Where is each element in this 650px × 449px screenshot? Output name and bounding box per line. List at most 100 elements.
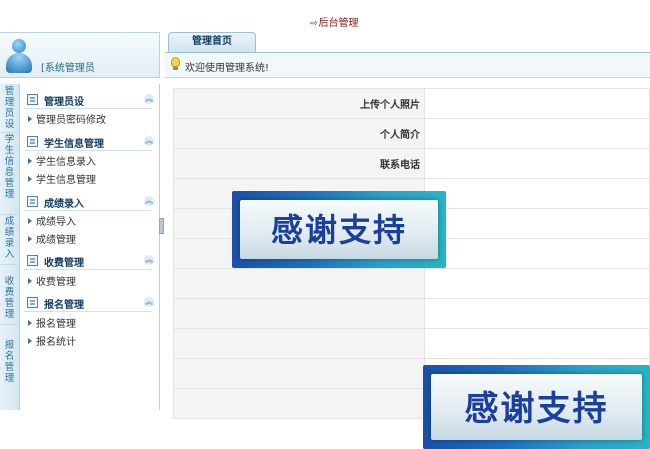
triangle-right-icon (28, 218, 32, 224)
menu-item-admin-password[interactable]: 管理员密码修改 (28, 111, 106, 126)
vtab-grades[interactable]: 成绩录入 (1, 216, 18, 265)
menu-item-student-manage[interactable]: 学生信息管理 (28, 171, 96, 186)
form-row (173, 268, 650, 299)
divider (24, 311, 152, 312)
menu-item-label: 报名统计 (36, 337, 76, 348)
edit-icon (27, 136, 38, 147)
triangle-right-icon (28, 320, 32, 326)
menu-section-grades[interactable]: 成绩录入 ︽ (20, 194, 154, 210)
menu-section-fees[interactable]: 收费管理 ︽ (20, 253, 154, 269)
menu-item-label: 学生信息录入 (36, 157, 96, 168)
menu-item-label: 成绩导入 (36, 217, 76, 228)
form-row-value[interactable] (424, 208, 650, 239)
menu-item-grade-import[interactable]: 成绩导入 (28, 213, 76, 228)
edit-icon (27, 297, 38, 308)
menu-item-label: 报名管理 (36, 319, 76, 330)
divider (24, 108, 152, 109)
user-panel: [系统管理员 (0, 32, 160, 78)
watermark-banner: 感谢支持 (423, 365, 650, 449)
form-row-value[interactable] (424, 148, 650, 179)
edit-icon (27, 94, 38, 105)
double-chevron-up-icon[interactable]: ︽ (144, 196, 154, 206)
menu-item-fee-manage[interactable]: 收费管理 (28, 273, 76, 288)
vtab-registration[interactable]: 报名管理 (1, 340, 18, 392)
form-row-value[interactable] (424, 328, 650, 359)
form-row-label: 联系电话 (173, 148, 425, 179)
watermark-text: 感谢支持 (270, 211, 407, 249)
divider (24, 269, 152, 270)
menu-item-registration-stats[interactable]: 报名统计 (28, 333, 76, 348)
vtab-fees[interactable]: 收费管理 (1, 276, 18, 325)
form-row: 个人简介 (173, 118, 650, 149)
divider (24, 150, 152, 151)
form-row-value[interactable] (424, 88, 650, 119)
form-row-value[interactable] (424, 238, 650, 269)
triangle-right-icon (28, 176, 32, 182)
tab-admin-home[interactable]: 管理首页 (168, 32, 256, 52)
form-row-label (173, 358, 425, 389)
user-role-label: [系统管理员 (41, 63, 95, 74)
section-title: 报名管理 (44, 300, 84, 311)
form-row-label (173, 388, 425, 419)
user-avatar-icon (5, 39, 33, 73)
form-row-label: 上传个人照片 (173, 88, 425, 119)
vertical-tab-bar: 管理员设 学生信息管理 成绩录入 收费管理 报名管理 (0, 84, 20, 410)
form-row-value[interactable] (424, 118, 650, 149)
tab-bar: 管理首页 (165, 32, 650, 53)
form-row: 联系电话 (173, 148, 650, 179)
form-row: 上传个人照片 (173, 88, 650, 119)
vtab-fees-label: 收费管理 (4, 276, 15, 320)
vtab-grades-label: 成绩录入 (4, 216, 15, 260)
vtab-student-info-label: 学生信息管理 (4, 134, 15, 200)
menu-item-student-entry[interactable]: 学生信息录入 (28, 153, 96, 168)
form-row-value[interactable] (424, 298, 650, 329)
menu-section-admin[interactable]: 管理员设 ︽ (20, 92, 154, 108)
menu-item-label: 收费管理 (36, 277, 76, 288)
double-chevron-up-icon[interactable]: ︽ (144, 255, 154, 265)
section-title: 管理员设 (44, 97, 84, 108)
double-chevron-up-icon[interactable]: ︽ (144, 136, 154, 146)
form-row (173, 298, 650, 329)
top-header: ⇨后台管理 (0, 0, 650, 30)
sidebar-menu: 管理员设 ︽ 管理员密码修改 学生信息管理 ︽ 学生信息录入 学生信息管理 成绩… (20, 84, 160, 410)
menu-item-label: 管理员密码修改 (36, 115, 106, 126)
menu-section-student-info[interactable]: 学生信息管理 ︽ (20, 134, 154, 150)
backend-home-link[interactable]: ⇨后台管理 (310, 14, 359, 29)
triangle-right-icon (28, 236, 32, 242)
lightbulb-icon (171, 57, 180, 70)
form-row-label (173, 298, 425, 329)
watermark-banner: 感谢支持 (232, 191, 446, 268)
arrow-right-icon: ⇨ (310, 19, 318, 29)
vtab-admin[interactable]: 管理员设 (1, 86, 18, 133)
menu-item-registration-manage[interactable]: 报名管理 (28, 315, 76, 330)
triangle-right-icon (28, 116, 32, 122)
triangle-right-icon (28, 338, 32, 344)
welcome-bar: 欢迎使用管理系统! (165, 53, 650, 78)
sidebar-splitter-handle[interactable] (159, 218, 164, 234)
form-row (173, 328, 650, 359)
vtab-registration-label: 报名管理 (4, 340, 15, 384)
backend-home-label: 后台管理 (318, 18, 359, 29)
section-title: 学生信息管理 (44, 139, 104, 150)
form-row-label: 个人简介 (173, 118, 425, 149)
form-row-label (173, 328, 425, 359)
edit-icon (27, 196, 38, 207)
triangle-right-icon (28, 278, 32, 284)
menu-section-registration[interactable]: 报名管理 ︽ (20, 295, 154, 311)
form-row-label (173, 268, 425, 299)
menu-item-label: 学生信息管理 (36, 175, 96, 186)
vtab-admin-label: 管理员设 (4, 86, 15, 130)
form-row-value[interactable] (424, 268, 650, 299)
section-title: 收费管理 (44, 258, 84, 269)
welcome-text: 欢迎使用管理系统! (185, 63, 270, 74)
double-chevron-up-icon[interactable]: ︽ (144, 297, 154, 307)
vtab-student-info[interactable]: 学生信息管理 (1, 134, 18, 215)
triangle-right-icon (28, 158, 32, 164)
menu-item-grade-manage[interactable]: 成绩管理 (28, 231, 76, 246)
edit-icon (27, 255, 38, 266)
form-row-value[interactable] (424, 178, 650, 209)
section-title: 成绩录入 (44, 199, 84, 210)
menu-item-label: 成绩管理 (36, 235, 76, 246)
divider (24, 210, 152, 211)
double-chevron-up-icon[interactable]: ︽ (144, 94, 154, 104)
